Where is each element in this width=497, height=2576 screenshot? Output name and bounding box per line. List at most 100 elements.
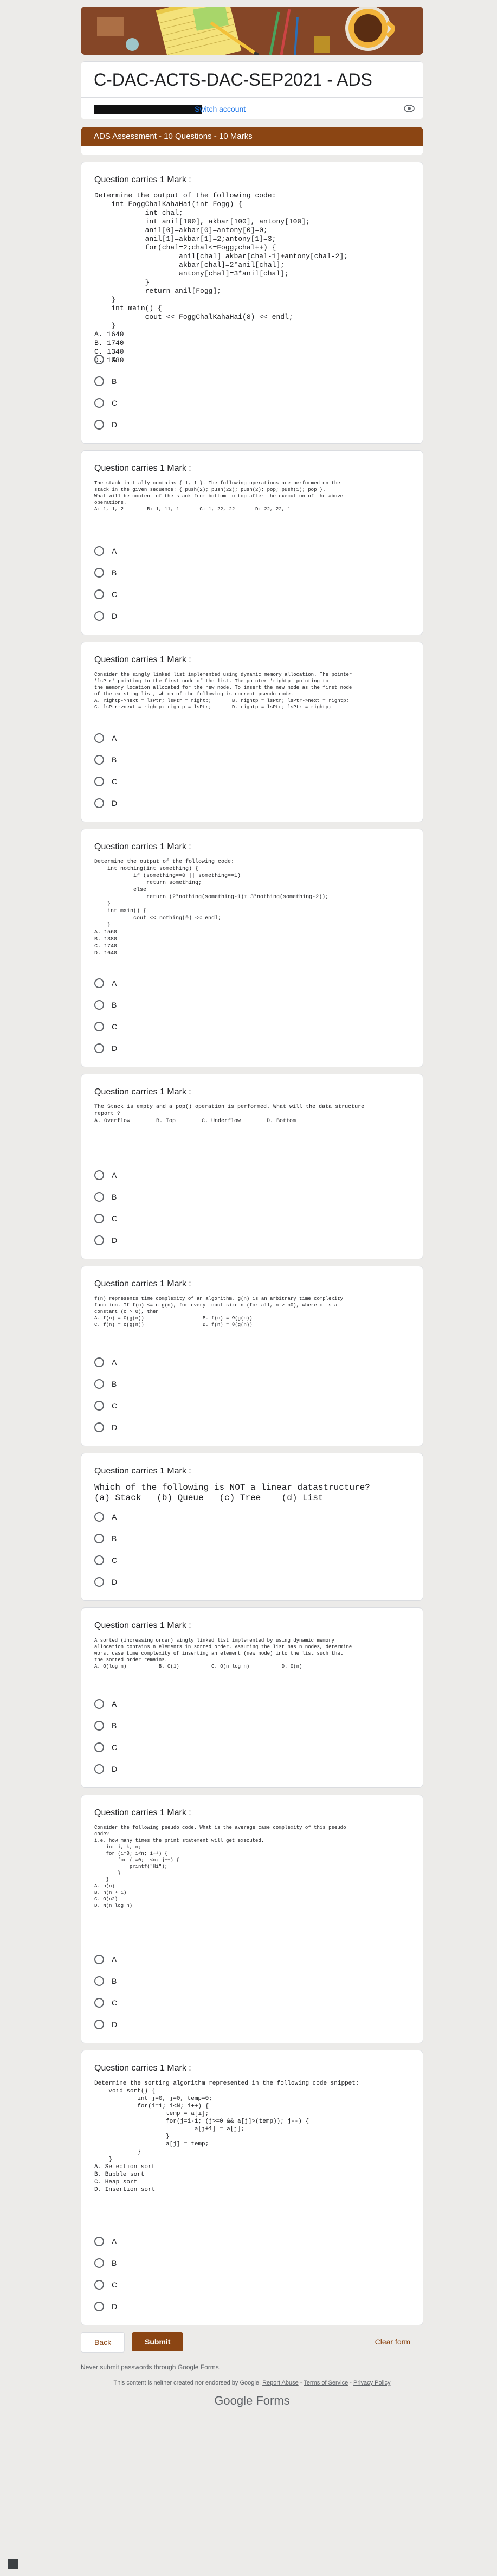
option-a[interactable]: A	[94, 1506, 117, 1528]
answer-options: A B C D	[94, 1351, 117, 1438]
radio-button[interactable]	[94, 798, 104, 808]
option-d[interactable]: D	[94, 414, 117, 435]
option-d[interactable]: D	[94, 2296, 117, 2317]
radio-button[interactable]	[94, 1235, 104, 1245]
radio-button[interactable]	[94, 1357, 104, 1367]
radio-button[interactable]	[94, 978, 104, 988]
option-d[interactable]: D	[94, 1571, 117, 1593]
back-button[interactable]: Back	[81, 2332, 125, 2353]
radio-button[interactable]	[94, 1976, 104, 1986]
option-b[interactable]: B	[94, 1186, 117, 1208]
option-d[interactable]: D	[94, 605, 117, 627]
option-c[interactable]: C	[94, 1736, 117, 1758]
option-b[interactable]: B	[94, 994, 117, 1016]
report-abuse-link[interactable]: Report Abuse	[262, 2380, 299, 2386]
radio-button[interactable]	[94, 1721, 104, 1731]
question-title: Question carries 1 Mark :	[94, 1279, 191, 1289]
option-d[interactable]: D	[94, 1037, 117, 1059]
report-problem-icon[interactable]	[8, 2559, 18, 2569]
option-c[interactable]: C	[94, 1395, 117, 1417]
radio-button[interactable]	[94, 1022, 104, 1031]
option-d[interactable]: D	[94, 1417, 117, 1438]
radio-button[interactable]	[94, 1512, 104, 1522]
radio-button[interactable]	[94, 1422, 104, 1432]
option-label: D	[112, 2020, 118, 2029]
option-c[interactable]: C	[94, 1992, 117, 2014]
option-b[interactable]: B	[94, 562, 117, 584]
option-a[interactable]: A	[94, 972, 117, 994]
radio-button[interactable]	[94, 398, 104, 408]
option-d[interactable]: D	[94, 792, 117, 814]
radio-button[interactable]	[94, 1699, 104, 1709]
radio-button[interactable]	[94, 1742, 104, 1752]
radio-button[interactable]	[94, 420, 104, 430]
option-c[interactable]: C	[94, 1208, 117, 1229]
option-a[interactable]: A	[94, 1351, 117, 1373]
option-b[interactable]: B	[94, 749, 117, 771]
radio-button[interactable]	[94, 1379, 104, 1389]
option-label: C	[112, 2280, 118, 2289]
radio-button[interactable]	[94, 355, 104, 364]
clear-form-button[interactable]: Clear form	[362, 2332, 423, 2351]
question-text: Determine the sorting algorithm represen…	[94, 2080, 359, 2193]
option-label: B	[112, 377, 117, 386]
radio-button[interactable]	[94, 376, 104, 386]
radio-button[interactable]	[94, 2020, 104, 2029]
radio-button[interactable]	[94, 2237, 104, 2246]
option-b[interactable]: B	[94, 2252, 117, 2274]
option-c[interactable]: C	[94, 771, 117, 792]
option-b[interactable]: B	[94, 1373, 117, 1395]
option-c[interactable]: C	[94, 392, 117, 414]
option-label: B	[112, 1001, 117, 1009]
radio-button[interactable]	[94, 2258, 104, 2268]
option-a[interactable]: A	[94, 1164, 117, 1186]
answer-options: A B C D	[94, 972, 117, 1059]
option-b[interactable]: B	[94, 370, 117, 392]
radio-button[interactable]	[94, 1170, 104, 1180]
radio-button[interactable]	[94, 546, 104, 556]
option-d[interactable]: D	[94, 1758, 117, 1780]
option-a[interactable]: A	[94, 349, 117, 370]
option-c[interactable]: C	[94, 2274, 117, 2296]
option-d[interactable]: D	[94, 2014, 117, 2035]
option-a[interactable]: A	[94, 540, 117, 562]
option-a[interactable]: A	[94, 2231, 117, 2252]
radio-button[interactable]	[94, 1214, 104, 1223]
option-c[interactable]: C	[94, 1016, 117, 1037]
radio-button[interactable]	[94, 1555, 104, 1565]
radio-button[interactable]	[94, 589, 104, 599]
radio-button[interactable]	[94, 2280, 104, 2290]
option-d[interactable]: D	[94, 1229, 117, 1251]
switch-account-link[interactable]: Switch account	[195, 105, 246, 113]
terms-link[interactable]: Terms of Service	[304, 2380, 348, 2386]
radio-button[interactable]	[94, 1043, 104, 1053]
radio-button[interactable]	[94, 611, 104, 621]
radio-button[interactable]	[94, 755, 104, 765]
radio-button[interactable]	[94, 1764, 104, 1774]
radio-button[interactable]	[94, 2302, 104, 2311]
radio-button[interactable]	[94, 1534, 104, 1543]
privacy-link[interactable]: Privacy Policy	[353, 2380, 390, 2386]
radio-button[interactable]	[94, 777, 104, 786]
radio-button[interactable]	[94, 1192, 104, 1202]
radio-button[interactable]	[94, 1955, 104, 1964]
radio-button[interactable]	[94, 1998, 104, 2008]
radio-button[interactable]	[94, 1000, 104, 1010]
option-b[interactable]: B	[94, 1970, 117, 1992]
option-b[interactable]: B	[94, 1715, 117, 1736]
question-card: Question carries 1 Mark : A sorted (incre…	[81, 1607, 423, 1788]
radio-button[interactable]	[94, 568, 104, 578]
footer-separator: -	[298, 2380, 304, 2386]
radio-button[interactable]	[94, 733, 104, 743]
radio-button[interactable]	[94, 1401, 104, 1411]
submit-button[interactable]: Submit	[132, 2332, 184, 2351]
option-b[interactable]: B	[94, 1528, 117, 1549]
option-a[interactable]: A	[94, 1949, 117, 1970]
option-c[interactable]: C	[94, 584, 117, 605]
option-a[interactable]: A	[94, 727, 117, 749]
option-label: C	[112, 1214, 118, 1223]
option-a[interactable]: A	[94, 1693, 117, 1715]
eye-icon[interactable]	[404, 104, 415, 113]
radio-button[interactable]	[94, 1577, 104, 1587]
option-c[interactable]: C	[94, 1549, 117, 1571]
